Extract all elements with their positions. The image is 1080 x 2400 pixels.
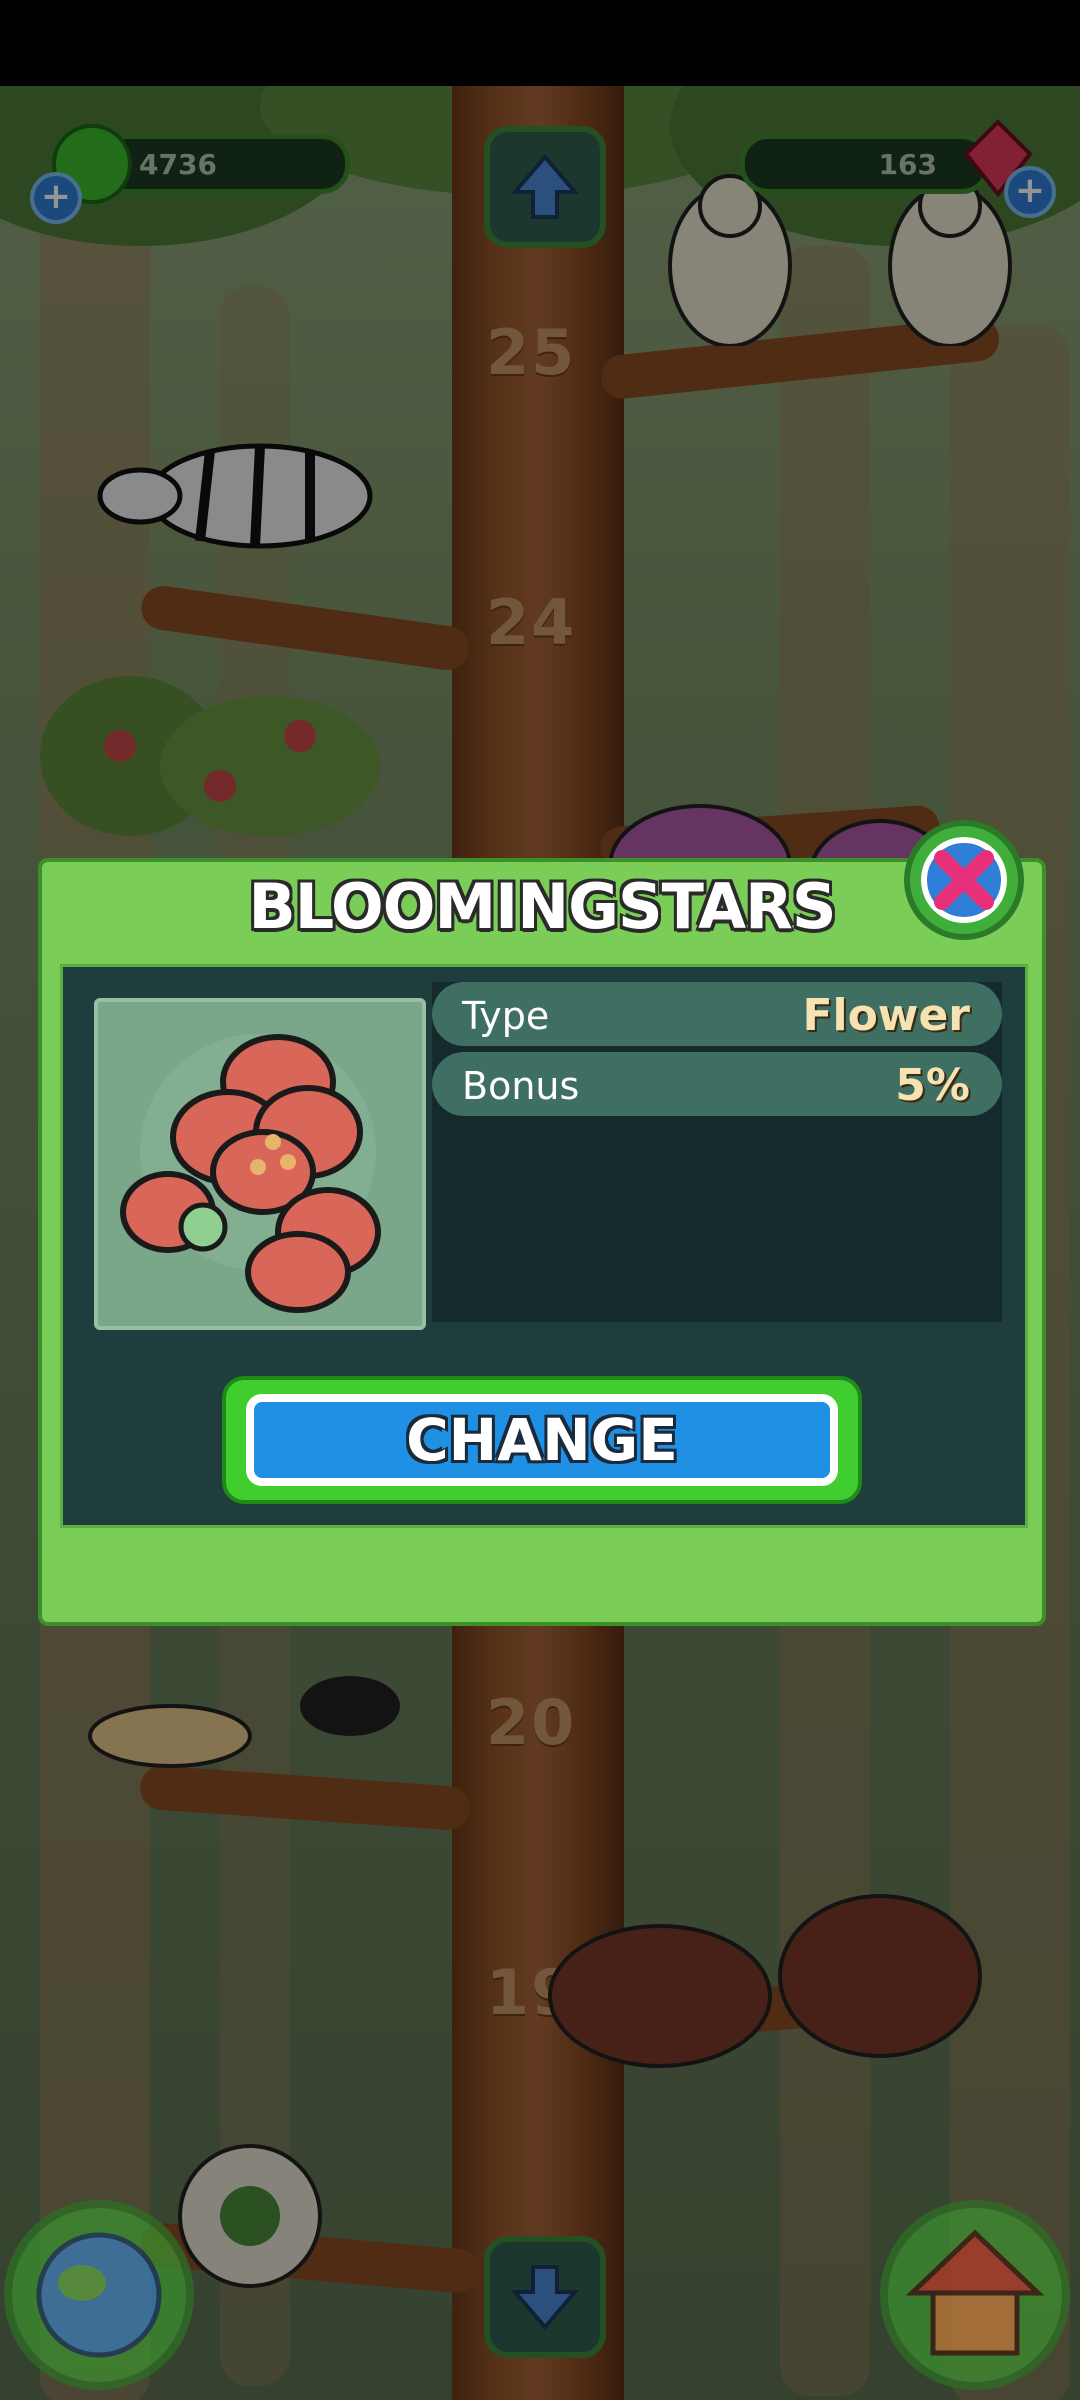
red-currency-value: 163 [878, 147, 937, 181]
dialog-title: BLOOMINGSTARS [248, 870, 836, 943]
level-number: 25 [486, 316, 577, 389]
scroll-down-button[interactable] [484, 2236, 606, 2358]
add-green-currency-button[interactable]: + [30, 172, 82, 224]
world-map-button[interactable] [4, 2200, 194, 2390]
house-button[interactable] [880, 2200, 1070, 2390]
item-info-dialog: BLOOMINGSTARS Type Flower Bonus 5% CHANG… [38, 858, 1046, 1626]
scroll-up-button[interactable] [484, 126, 606, 248]
change-button[interactable]: CHANGE [222, 1376, 862, 1504]
stat-label: Type [462, 994, 550, 1038]
stat-row-type: Type Flower [432, 982, 1002, 1046]
change-button-label: CHANGE [246, 1394, 838, 1486]
green-currency-bar: 4736 [100, 134, 350, 194]
stat-value: 5% [895, 1060, 970, 1111]
fish-and-bird-creatures [88, 1676, 400, 1768]
status-bar [0, 0, 1080, 86]
red-currency-bar: 163 [740, 134, 990, 194]
arrow-down-icon [510, 2265, 580, 2331]
red-flower-icon [120, 1034, 381, 1313]
stat-label: Bonus [462, 1064, 580, 1108]
zebra-creatures [97, 443, 373, 549]
boar-creatures [548, 1894, 982, 2068]
stats-panel: Type Flower Bonus 5% [432, 982, 1002, 1322]
stat-value: Flower [802, 990, 970, 1041]
level-number: 24 [486, 586, 577, 659]
add-red-currency-button[interactable]: + [1004, 166, 1056, 218]
flower-bush [40, 676, 380, 836]
arrow-up-icon [510, 153, 580, 219]
green-currency-value: 4736 [139, 147, 217, 181]
stat-row-bonus: Bonus 5% [432, 1052, 1002, 1116]
item-image [94, 998, 426, 1330]
close-icon [921, 837, 1007, 923]
level-number: 20 [486, 1686, 577, 1759]
globe-icon [36, 2232, 162, 2358]
close-button[interactable] [904, 820, 1024, 940]
house-icon [905, 2229, 1045, 2356]
